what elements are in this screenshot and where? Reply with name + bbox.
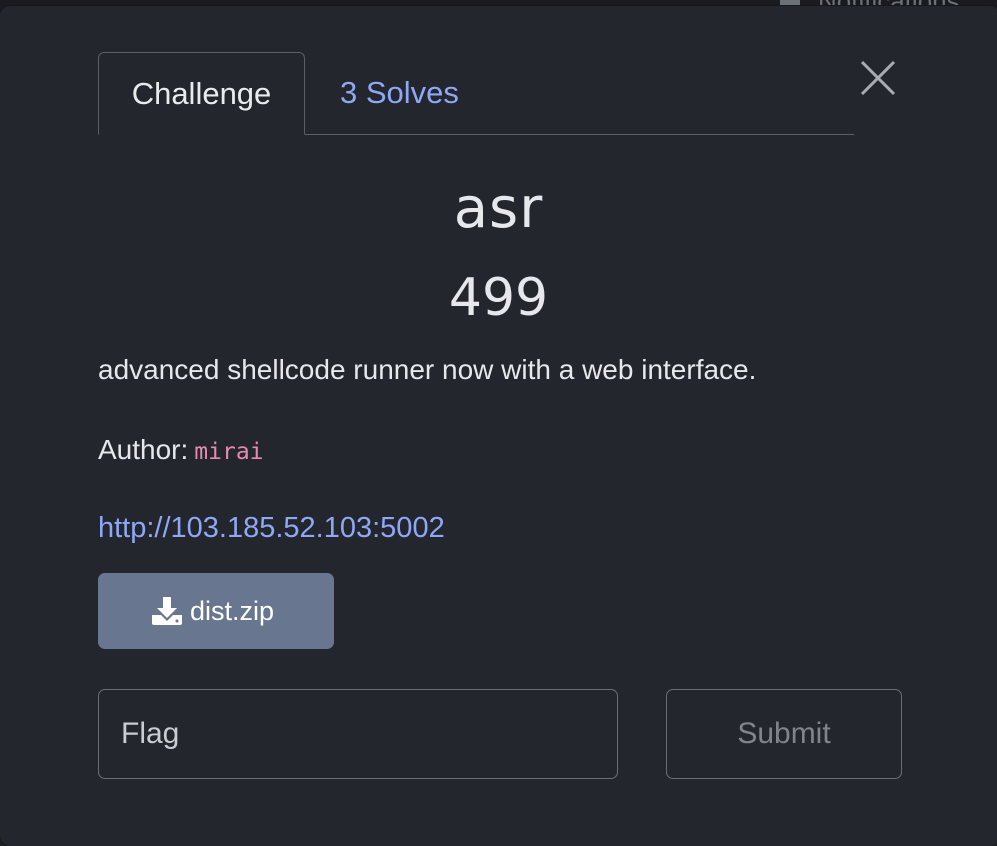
author-label: Author: (98, 434, 189, 465)
submit-button[interactable]: Submit (666, 689, 902, 779)
download-icon (151, 597, 182, 625)
tab-solves-label: 3 Solves (340, 75, 459, 110)
challenge-author: Author: mirai (98, 434, 264, 466)
close-button[interactable] (858, 58, 898, 98)
challenge-points: 499 (448, 268, 549, 328)
download-file-button[interactable]: dist.zip (98, 573, 334, 649)
challenge-description: advanced shellcode runner now with a web… (98, 354, 757, 385)
close-icon (860, 60, 896, 96)
download-file-label: dist.zip (189, 595, 275, 626)
author-name: mirai (194, 439, 264, 465)
challenge-name: asr (453, 176, 544, 241)
challenge-tabs: Challenge 3 Solves (98, 52, 854, 135)
challenge-link[interactable]: http://103.185.52.103:5002 (98, 512, 445, 545)
tab-challenge-label: Challenge (131, 76, 272, 111)
tab-challenge[interactable]: Challenge (98, 52, 305, 135)
tab-solves[interactable]: 3 Solves (340, 52, 459, 133)
flag-input[interactable] (98, 689, 618, 779)
